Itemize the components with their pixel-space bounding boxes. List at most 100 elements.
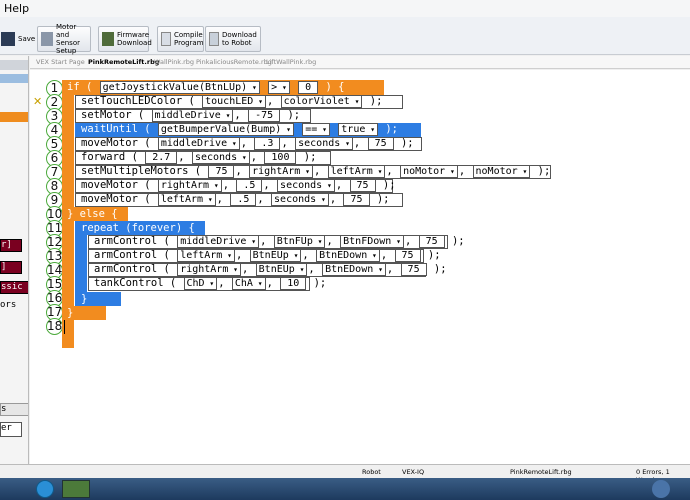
- app-icon[interactable]: [36, 480, 54, 498]
- down-button-dropdown[interactable]: BtnEDown: [322, 263, 386, 276]
- function-name: moveMotor (: [81, 137, 151, 149]
- comparison-operator-dropdown[interactable]: ==: [302, 123, 330, 136]
- status-robot: Robot: [362, 468, 381, 476]
- function-name: armControl (: [94, 249, 170, 261]
- firmware-download-button[interactable]: Firmware Download: [98, 26, 152, 52]
- speed-field[interactable]: 75: [349, 179, 376, 192]
- motor-sensor-setup-button[interactable]: Motor and Sensor Setup: [37, 23, 91, 55]
- taskbar: [0, 478, 690, 500]
- status-bar: Robot VEX-IQ PinkRemoteLift.rbg 0 Errors…: [0, 464, 690, 484]
- statement-end: );: [303, 151, 317, 163]
- unit-dropdown[interactable]: seconds: [271, 193, 329, 206]
- function-name: armControl (: [94, 263, 170, 275]
- unit-dropdown[interactable]: seconds: [295, 137, 353, 150]
- bumper-value-dropdown[interactable]: getBumperValue(Bump): [157, 123, 294, 136]
- download-to-robot-button[interactable]: Download to Robot: [205, 26, 261, 52]
- tab-pinkaliciousremote[interactable]: PinkaliciousRemote.rbg: [196, 58, 272, 66]
- motor-dropdown[interactable]: rightArm: [157, 179, 222, 192]
- panel-item-s[interactable]: s: [0, 403, 28, 416]
- quantity-field[interactable]: .5: [236, 179, 263, 192]
- function-name: armControl (: [94, 235, 170, 247]
- tab-vex-start-page[interactable]: VEX Start Page: [36, 58, 85, 66]
- speed-field[interactable]: 75: [394, 249, 421, 262]
- unit-dropdown[interactable]: seconds: [277, 179, 335, 192]
- warning-x-icon[interactable]: ✕: [33, 95, 42, 108]
- function-name: setMultipleMotors (: [81, 165, 202, 177]
- motor-dropdown[interactable]: leftArm: [327, 165, 386, 178]
- panel-item-er[interactable]: er: [0, 422, 22, 437]
- function-name: forward (: [81, 151, 138, 163]
- panel-item-j[interactable]: ]: [0, 261, 22, 274]
- speed-field[interactable]: 75: [343, 193, 370, 206]
- threshold-field[interactable]: 10: [280, 277, 307, 290]
- text-cursor: [64, 320, 65, 334]
- value-stepper[interactable]: 0: [298, 81, 319, 94]
- motor-dropdown[interactable]: noMotor: [472, 165, 531, 178]
- speed-field[interactable]: 75: [418, 235, 445, 248]
- statement-end: );: [313, 277, 327, 289]
- panel-header: [0, 60, 28, 70]
- statement-end: );: [433, 263, 447, 275]
- chip-icon: [102, 32, 114, 46]
- floppy-disk-icon: [1, 32, 15, 46]
- function-name: setMotor (: [81, 109, 145, 121]
- windows-logo-icon[interactable]: [652, 480, 670, 498]
- function-name: waitUntil (: [81, 123, 151, 135]
- motor-dropdown[interactable]: leftArm: [157, 193, 216, 206]
- quantity-field[interactable]: .5: [230, 193, 257, 206]
- color-dropdown[interactable]: colorViolet: [280, 95, 363, 108]
- if-keyword: if (: [67, 81, 93, 93]
- tab-pinkremotelift[interactable]: PinkRemoteLift.rbg: [88, 58, 159, 66]
- channel-dropdown[interactable]: ChD: [183, 277, 218, 290]
- motor-dropdown[interactable]: rightArm: [249, 165, 313, 178]
- statement-end: );: [385, 123, 398, 135]
- boolean-dropdown[interactable]: true: [338, 123, 379, 136]
- motor-dropdown[interactable]: middleDrive: [151, 109, 234, 122]
- toolbar: Save Motor and Sensor Setup Firmware Dow…: [0, 17, 690, 55]
- panel-item-ors[interactable]: ors: [0, 300, 16, 310]
- comparison-operator-dropdown[interactable]: >: [268, 81, 290, 94]
- repeat-keyword: repeat (forever) {: [81, 222, 195, 234]
- vex-app-icon[interactable]: [62, 480, 90, 498]
- speed-field[interactable]: 75: [208, 165, 235, 178]
- speed-field[interactable]: 100: [264, 151, 297, 164]
- statement-end: );: [427, 249, 441, 261]
- code-editor[interactable]: 1 2 3 4 5 6 7 8 9 10 11 12 13 14 15 16 1…: [30, 70, 690, 464]
- speed-field[interactable]: 75: [367, 137, 394, 150]
- function-name: tankControl (: [94, 277, 177, 289]
- panel-item-ssic[interactable]: ssic: [0, 281, 28, 294]
- touch-led-dropdown[interactable]: touchLED: [202, 95, 266, 108]
- motor-dropdown[interactable]: rightArm: [177, 263, 241, 276]
- quantity-field[interactable]: 2.7: [145, 151, 178, 164]
- quantity-field[interactable]: .3: [254, 137, 281, 150]
- motor-icon: [41, 32, 53, 46]
- tab-wallpink[interactable]: WallPink.rbg: [154, 58, 194, 66]
- function-name: moveMotor (: [81, 193, 151, 205]
- up-button-dropdown[interactable]: BtnEUp: [255, 263, 308, 276]
- motor-dropdown[interactable]: middleDrive: [177, 235, 260, 248]
- joystick-value-dropdown[interactable]: getJoystickValue(BtnLUp): [99, 81, 260, 94]
- down-button-dropdown[interactable]: BtnEDown: [316, 249, 380, 262]
- status-platform: VEX-IQ: [402, 468, 425, 476]
- compile-program-button[interactable]: Compile Program: [157, 26, 204, 52]
- motor-dropdown[interactable]: noMotor: [400, 165, 458, 178]
- tab-liftwallpink[interactable]: LiftWallPink.rbg: [266, 58, 316, 66]
- save-button[interactable]: Save: [0, 26, 35, 52]
- motor-dropdown[interactable]: leftArm: [177, 249, 235, 262]
- speed-field[interactable]: -75: [248, 109, 281, 122]
- unit-dropdown[interactable]: seconds: [191, 151, 250, 164]
- panel-orange-block[interactable]: [0, 112, 28, 122]
- file-tabs: VEX Start Page PinkRemoteLift.rbg WallPi…: [30, 56, 690, 69]
- up-button-dropdown[interactable]: BtnEUp: [249, 249, 302, 262]
- motor-dropdown[interactable]: middleDrive: [157, 137, 240, 150]
- repeat-close-brace: }: [81, 293, 88, 305]
- menu-help[interactable]: Help: [4, 0, 29, 17]
- down-button-dropdown[interactable]: BtnFDown: [340, 235, 404, 248]
- function-library-panel: r] ] ssic ors s er: [0, 56, 29, 464]
- statement-end: );: [400, 137, 414, 149]
- speed-field[interactable]: 75: [400, 263, 427, 276]
- channel-dropdown[interactable]: ChA: [231, 277, 266, 290]
- menu-bar: Help: [0, 0, 690, 17]
- up-button-dropdown[interactable]: BtnFUp: [273, 235, 326, 248]
- panel-item-r[interactable]: r]: [0, 239, 22, 252]
